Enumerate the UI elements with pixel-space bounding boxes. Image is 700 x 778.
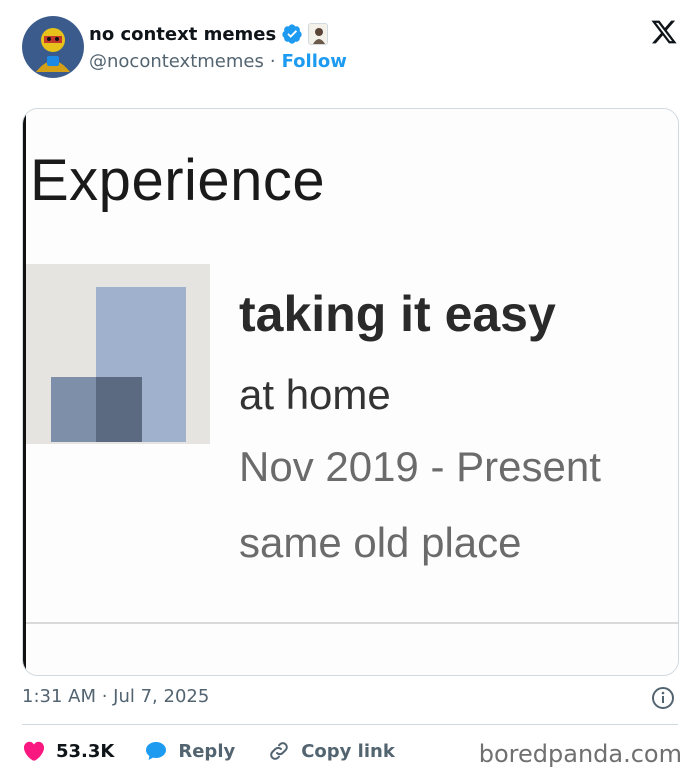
experience-screenshot: Experience taking it easy at home Nov 20… bbox=[26, 109, 678, 675]
tweet-header: no context memes @nocontextmemes · Follo… bbox=[22, 16, 682, 78]
separator-dot: · bbox=[269, 50, 276, 72]
copy-link-label: Copy link bbox=[301, 740, 395, 762]
user-handle[interactable]: @nocontextmemes bbox=[89, 51, 264, 72]
like-count: 53.3K bbox=[56, 740, 115, 762]
avatar[interactable] bbox=[22, 16, 84, 78]
media-divider bbox=[26, 622, 678, 624]
job-company: at home bbox=[239, 371, 391, 418]
x-logo-icon[interactable] bbox=[650, 18, 678, 46]
action-divider bbox=[22, 724, 678, 725]
section-title: Experience bbox=[30, 148, 326, 213]
watermark: boredpanda.com bbox=[478, 740, 682, 768]
company-logo bbox=[26, 264, 210, 444]
affiliate-badge-icon bbox=[308, 23, 329, 45]
link-icon bbox=[270, 742, 289, 760]
like-button[interactable]: 53.3K bbox=[22, 739, 114, 763]
reply-label: Reply bbox=[178, 740, 236, 762]
job-location: same old place bbox=[239, 519, 522, 566]
display-name[interactable]: no context memes bbox=[89, 24, 276, 45]
tweet-media[interactable]: Experience taking it easy at home Nov 20… bbox=[22, 108, 679, 676]
info-icon[interactable] bbox=[651, 686, 675, 710]
reply-icon bbox=[146, 742, 167, 760]
action-bar: 53.3K Reply Copy link bbox=[22, 736, 427, 766]
tweet-timestamp[interactable]: 1:31 AM · Jul 7, 2025 bbox=[22, 686, 209, 707]
logo-bar-left bbox=[51, 377, 99, 442]
copy-link-button[interactable]: Copy link bbox=[267, 739, 395, 763]
job-dates: Nov 2019 - Present bbox=[239, 443, 601, 490]
logo-bar-right bbox=[96, 377, 142, 442]
reply-button[interactable]: Reply bbox=[144, 739, 235, 763]
heart-icon bbox=[23, 741, 45, 761]
verified-badge-icon bbox=[282, 24, 302, 44]
follow-button[interactable]: Follow bbox=[282, 51, 347, 72]
job-title: taking it easy bbox=[239, 286, 556, 342]
